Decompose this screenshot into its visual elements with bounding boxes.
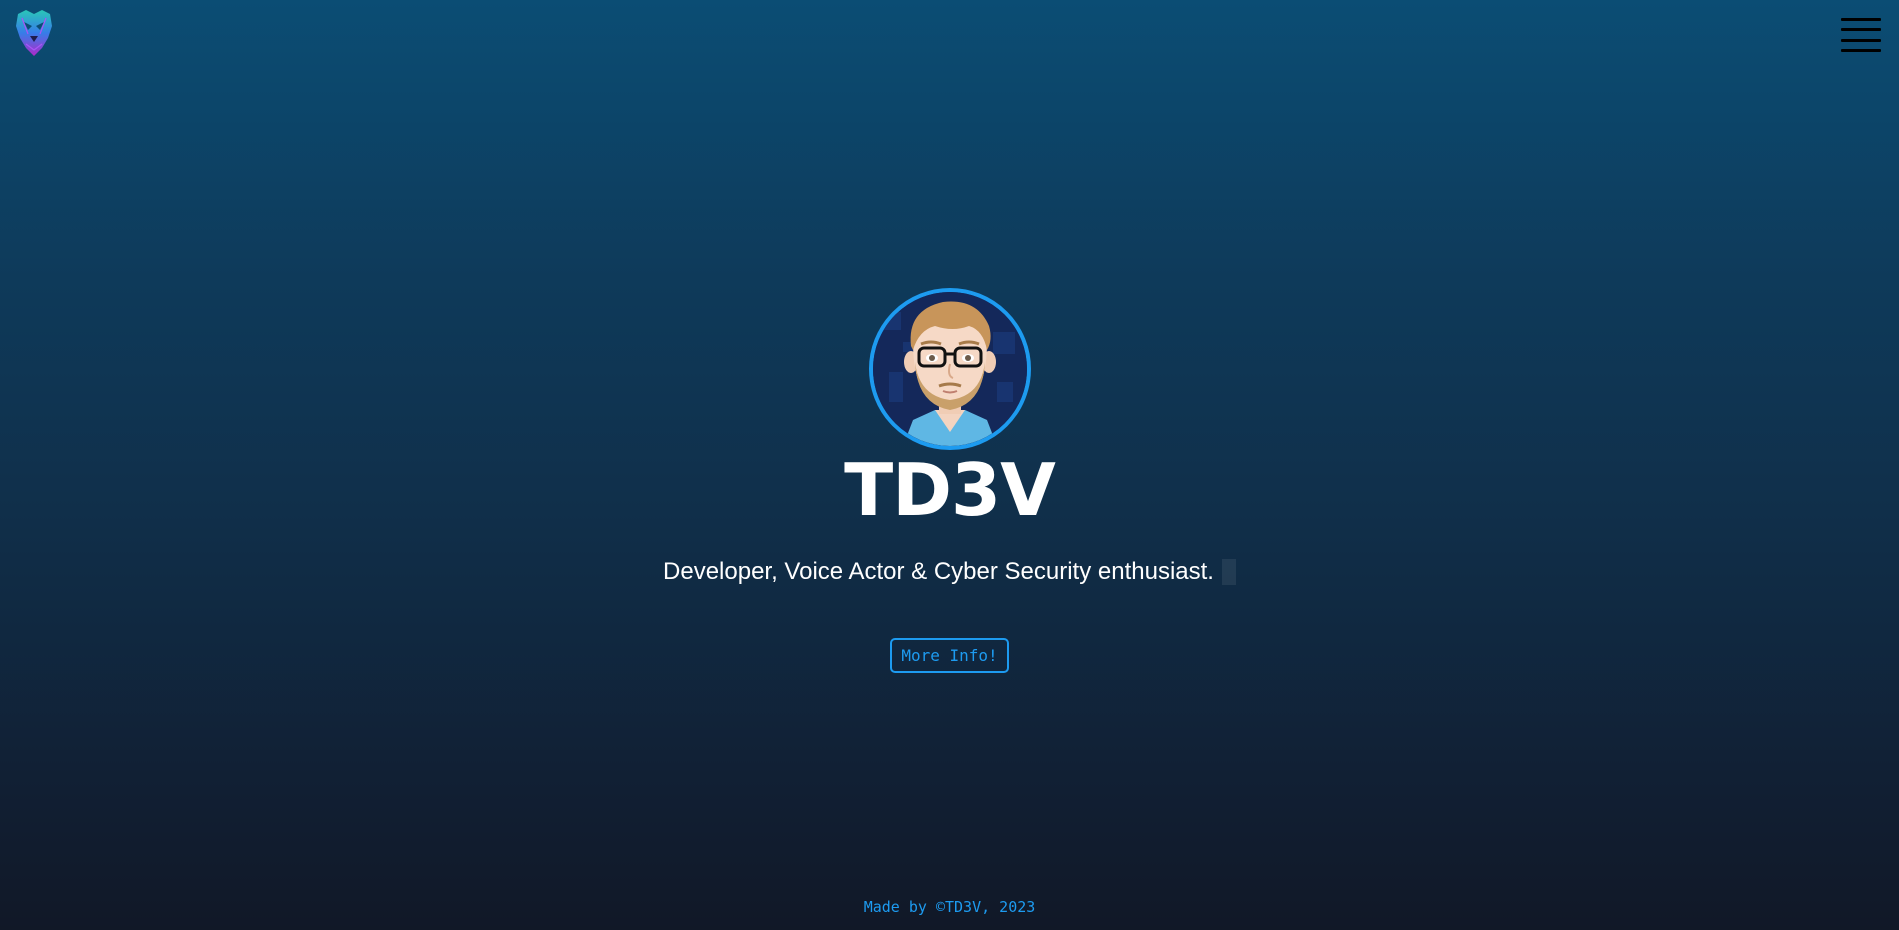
- avatar: [868, 288, 1031, 450]
- hero-section: TD3V Developer, Voice Actor & Cyber Secu…: [0, 288, 1899, 673]
- page-title: TD3V: [844, 448, 1056, 532]
- menu-button[interactable]: [1841, 18, 1881, 52]
- hamburger-menu-icon-line: [1841, 48, 1881, 52]
- subtitle-text: Developer, Voice Actor & Cyber Security …: [663, 558, 1214, 585]
- site-logo[interactable]: [12, 8, 56, 58]
- more-info-button[interactable]: More Info!: [890, 638, 1009, 673]
- typing-cursor: [1221, 559, 1236, 585]
- page-subtitle: Developer, Voice Actor & Cyber Security …: [663, 558, 1236, 586]
- hamburger-menu-icon-line: [1841, 18, 1881, 21]
- avatar-illustration: [872, 292, 1027, 446]
- hamburger-menu-icon-line: [1841, 38, 1881, 42]
- tiger-head-logo-icon: [16, 10, 52, 56]
- hamburger-menu-icon-line: [1841, 28, 1881, 32]
- footer-credit: Made by ©TD3V, 2023: [863, 898, 1036, 916]
